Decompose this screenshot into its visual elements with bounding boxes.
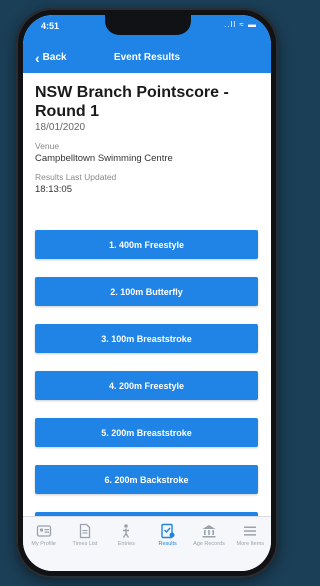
tab-label: Times List <box>72 541 98 547</box>
event-result-label: 1. 400m Freestyle <box>108 239 185 250</box>
phone-notch <box>105 15 191 35</box>
event-result-button[interactable]: 4. 200m Freestyle <box>35 371 258 400</box>
status-time: 4:51 <box>41 21 60 31</box>
status-icons: ..ll ≈ ▬ <box>224 20 257 29</box>
tab-label: Entries <box>117 541 135 547</box>
menu-icon <box>244 526 257 536</box>
tab-results[interactable]: Results <box>148 523 188 547</box>
chevron-left-icon: ‹ <box>35 49 40 66</box>
event-result-button[interactable]: 1. 400m Freestyle <box>35 230 258 259</box>
tab-label: Results <box>158 541 177 547</box>
tab-age-records[interactable]: Age Records <box>189 523 229 547</box>
tab-more-items[interactable]: More Items <box>230 523 270 547</box>
event-result-label: 3. 100m Breaststroke <box>101 333 192 344</box>
id-card-icon <box>36 525 51 537</box>
updated-value: 18:13:05 <box>35 184 72 195</box>
tab-my-profile[interactable]: My Profile <box>24 523 64 547</box>
tab-label: Age Records <box>193 541 225 547</box>
event-result-button[interactable]: 5. 200m Breaststroke <box>35 418 258 447</box>
updated-label: Results Last Updated <box>35 172 117 182</box>
event-result-label: 5. 200m Breaststroke <box>101 427 192 438</box>
tab-label: My Profile <box>31 541 56 547</box>
event-result-label: 6. 200m Backstroke <box>104 474 189 485</box>
phone-screen: 4:51 ..ll ≈ ▬ Event Results ‹ Back NSW B… <box>23 15 271 571</box>
tab-bar: My Profile Times List Entries Results Ag… <box>23 516 271 571</box>
event-result-button[interactable]: 2. 100m Butterfly <box>35 277 258 306</box>
tab-label: More Items <box>236 541 265 547</box>
back-label: Back <box>42 52 67 63</box>
tab-entries[interactable]: Entries <box>106 523 146 547</box>
tab-times-list[interactable]: Times List <box>65 523 105 547</box>
event-result-label: 4. 200m Freestyle <box>108 380 185 391</box>
results-icon <box>160 523 175 539</box>
bank-icon <box>202 525 216 538</box>
event-result-button[interactable]: 6. 200m Backstroke <box>35 465 258 494</box>
venue-value: Campbelltown Swimming Centre <box>35 153 173 164</box>
document-icon <box>79 523 91 539</box>
results-list: 1. 400m Freestyle 2. 100m Butterfly 3. 1… <box>35 230 258 559</box>
venue-label: Venue <box>35 141 60 151</box>
event-result-label: 2. 100m Butterfly <box>110 286 183 297</box>
page-title: NSW Branch Pointscore - Round 1 <box>35 84 229 120</box>
meet-date: 18/01/2020 <box>35 122 86 133</box>
meet-details: NSW Branch Pointscore - Round 1 18/01/20… <box>35 83 259 195</box>
swimmer-icon <box>123 524 130 538</box>
event-result-button[interactable]: 3. 100m Breaststroke <box>35 324 258 353</box>
back-button[interactable]: ‹ Back <box>35 49 67 66</box>
